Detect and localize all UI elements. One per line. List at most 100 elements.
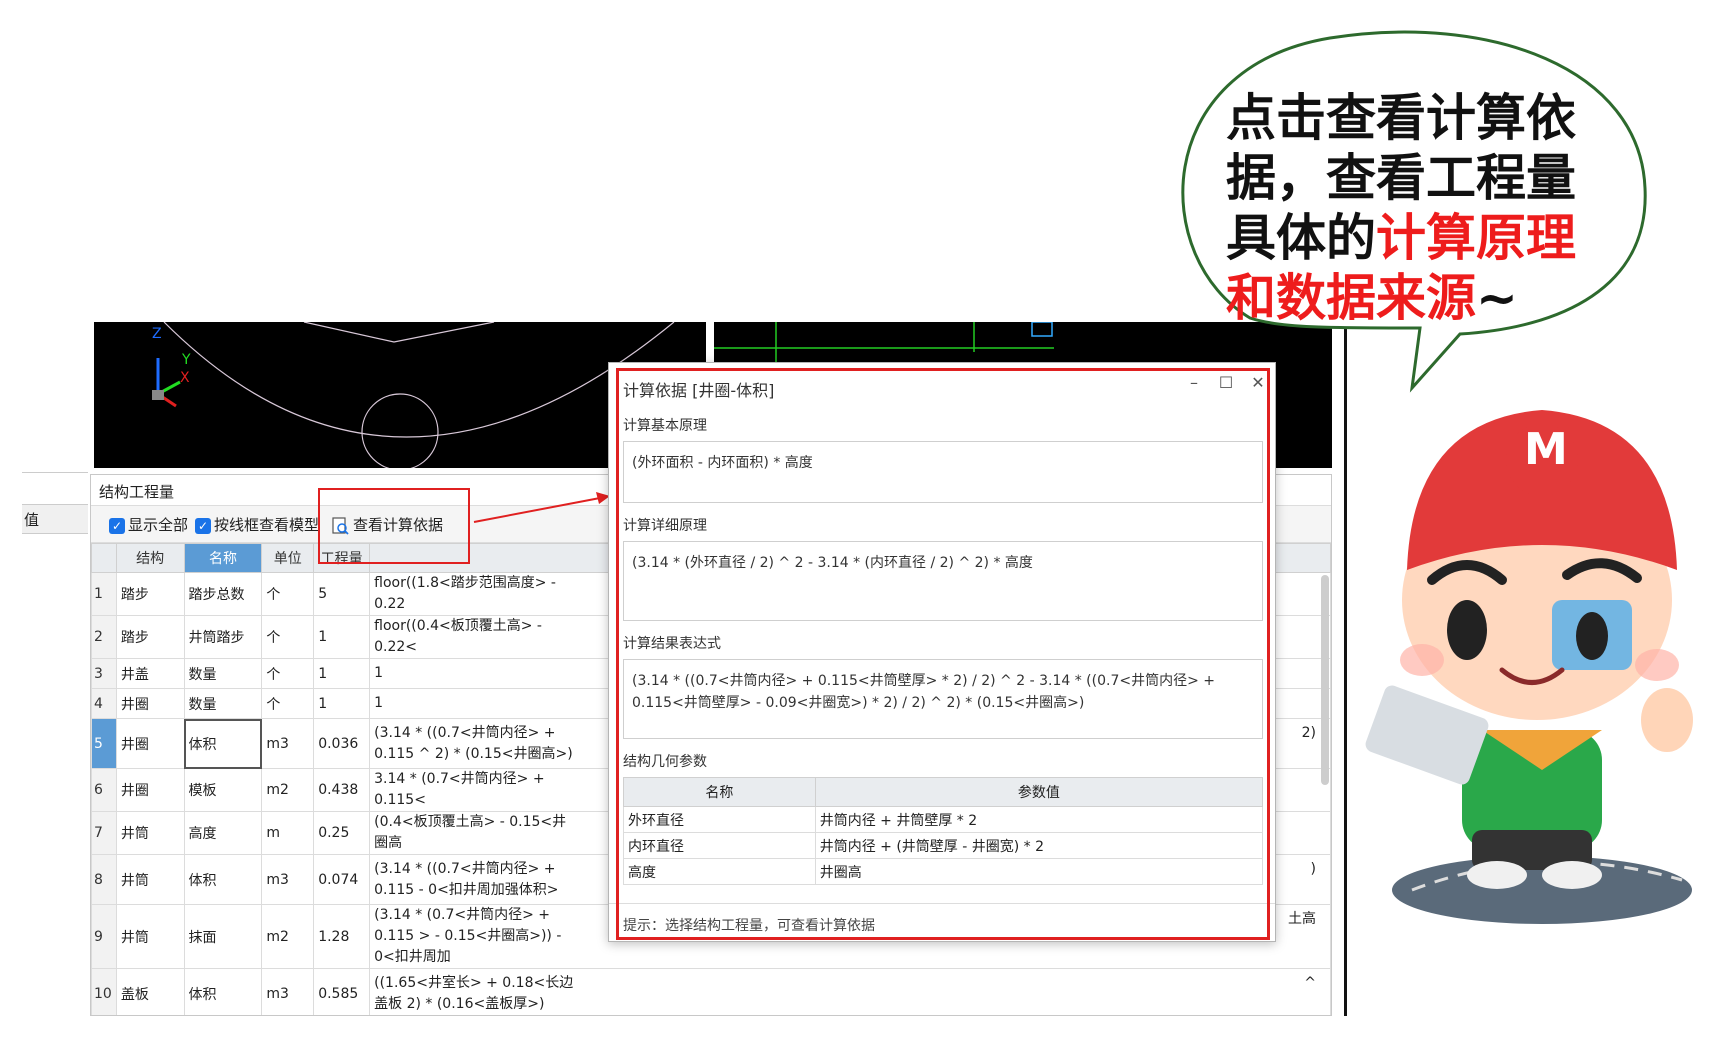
geo-value: 井筒内径 + (井筒壁厚 - 井圈宽) * 2 [814,832,1264,859]
formula-overflow-text: ^ [1304,975,1316,991]
detail-principle-label: 计算详细原理 [623,518,707,534]
quantity-cell[interactable]: 0.036 [313,718,371,769]
unit-cell[interactable]: 个 [261,615,315,659]
name-cell[interactable]: 抹面 [183,904,263,969]
name-cell[interactable]: 井筒踏步 [183,615,263,659]
unit-cell[interactable]: m2 [261,768,315,812]
formula-text: 1 [374,695,384,711]
column-header-name[interactable]: 名称 [183,543,263,573]
row-index: 3 [91,658,117,689]
show-all-checkbox[interactable]: ✓ 显示全部 [109,514,188,535]
name-cell[interactable]: 体积 [183,968,263,1015]
formula-text: (3.14 * ((0.7<井筒内径> + 0.115 - 0<扣井周加强体积> [374,860,559,898]
check-icon: ✓ [195,517,211,534]
quantity-cell[interactable]: 5 [313,572,371,616]
table-row[interactable]: 10 盖板 体积 m3 0.585 ((1.65<井室长> + 0.18<长边盖板 2) … [91,968,1331,1015]
structure-cell[interactable]: 踏步 [115,572,185,616]
formula-cell[interactable]: ((1.65<井室长> + 0.18<长边盖板 2) * (0.16<盖板厚>)… [369,968,1331,1015]
calc-basis-dialog: 计算依据 [井圈-体积] – ☐ ✕ 计算基本原理 (外环面积 - 内环面积) … [608,362,1276,942]
formula-text: 3.14 * (0.7<井筒内径> + 0.115< [374,771,545,808]
quantity-cell[interactable]: 0.25 [313,811,371,855]
callout-text: 点击查看计算依 据，查看工程量 具体的计算原理 和数据来源~ [1226,89,1576,327]
formula-text: floor((0.4<板顶覆土高> - 0.22< [374,618,542,655]
formula-text: floor((1.8<踏步范围高度> - 0.22 [374,575,556,612]
mascot-image [1365,410,1693,924]
geo-header-name: 名称 [623,777,816,807]
name-cell[interactable]: 数量 [183,688,263,719]
unit-cell[interactable]: m2 [261,904,315,969]
geometry-params-table: 名称 参数值 外环直径 井筒内径 + 井筒壁厚 * 2 内环直径 井筒内径 + … [623,777,1264,885]
quantity-cell[interactable]: 1 [313,688,371,719]
table-row[interactable]: 外环直径 井筒内径 + 井筒壁厚 * 2 [623,806,1264,833]
row-index: 2 [91,615,117,659]
result-expression-box[interactable]: (3.14 * ((0.7<井筒内径> + 0.115<井筒壁厚> * 2) /… [623,659,1263,739]
name-cell[interactable]: 体积 [183,854,263,905]
vertical-divider [1344,322,1347,1016]
property-value-header: 值 [22,504,88,534]
unit-cell[interactable]: m3 [261,718,315,769]
property-panel-stub [22,472,88,613]
name-cell[interactable]: 高度 [183,811,263,855]
formula-overflow-text: ) [1310,861,1316,877]
geo-value: 井筒内径 + 井筒壁厚 * 2 [814,806,1264,833]
panel-title: 结构工程量 [99,483,175,501]
row-index: 5 [91,718,117,769]
highlight-box [318,488,470,564]
unit-cell[interactable]: 个 [261,658,315,689]
axis-y-label: Y [182,352,191,368]
row-index: 8 [91,854,117,905]
name-cell[interactable]: 踏步总数 [183,572,263,616]
row-index: 6 [91,768,117,812]
unit-cell[interactable]: 个 [261,688,315,719]
structure-cell[interactable]: 井筒 [115,854,185,905]
formula-overflow-text: 2) [1301,725,1316,741]
structure-cell[interactable]: 井盖 [115,658,185,689]
geometry-params-label: 结构几何参数 [623,754,707,770]
row-index-header [91,543,117,573]
unit-cell[interactable]: m [261,811,315,855]
structure-cell[interactable]: 井圈 [115,768,185,812]
wireframe-checkbox[interactable]: ✓ 按线框查看模型 [195,514,319,535]
table-row[interactable]: 内环直径 井筒内径 + (井筒壁厚 - 井圈宽) * 2 [623,832,1264,859]
name-cell[interactable]: 数量 [183,658,263,689]
geo-name: 内环直径 [623,832,816,859]
structure-cell[interactable]: 盖板 [115,968,185,1015]
quantity-cell[interactable]: 0.074 [313,854,371,905]
geo-name: 高度 [623,858,816,885]
formula-overflow-text: 土高 [1288,911,1316,927]
structure-cell[interactable]: 井圈 [115,718,185,769]
dialog-title: 计算依据 [井圈-体积] [623,381,775,400]
column-header-unit[interactable]: 单位 [261,543,315,573]
helmet-logo: M [1524,424,1568,475]
dialog-hint: 提示：选择结构工程量，可查看计算依据 [623,918,875,934]
basic-principle-box[interactable]: (外环面积 - 内环面积) * 高度 [623,441,1263,503]
quantity-cell[interactable]: 1 [313,615,371,659]
name-cell[interactable]: 模板 [183,768,263,812]
geo-header-value: 参数值 [814,777,1264,807]
geo-value: 井圈高 [814,858,1264,885]
structure-cell[interactable]: 井圈 [115,688,185,719]
dialog-divider [609,903,1275,904]
result-expression-label: 计算结果表达式 [623,636,721,652]
row-index: 10 [91,968,117,1015]
column-header-structure[interactable]: 结构 [115,543,185,573]
pointer-arrow [473,492,610,523]
formula-text: (3.14 * (0.7<井筒内径> + 0.115 > - 0.15<井圈高>… [374,907,562,965]
unit-cell[interactable]: m3 [261,854,315,905]
quantity-cell[interactable]: 0.438 [313,768,371,812]
unit-cell[interactable]: 个 [261,572,315,616]
detail-principle-box[interactable]: (3.14 * (外环直径 / 2) ^ 2 - 3.14 * (内环直径 / … [623,541,1263,621]
axis-z-label: Z [152,326,162,342]
basic-principle-label: 计算基本原理 [623,418,707,434]
table-row[interactable]: 高度 井圈高 [623,858,1264,885]
quantity-cell[interactable]: 0.585 [313,968,371,1015]
axis-x-label: X [180,370,190,386]
unit-cell[interactable]: m3 [261,968,315,1015]
table-scrollbar[interactable] [1321,575,1329,785]
structure-cell[interactable]: 井筒 [115,811,185,855]
quantity-cell[interactable]: 1.28 [313,904,371,969]
name-cell[interactable]: 体积 [183,718,263,769]
structure-cell[interactable]: 踏步 [115,615,185,659]
structure-cell[interactable]: 井筒 [115,904,185,969]
quantity-cell[interactable]: 1 [313,658,371,689]
